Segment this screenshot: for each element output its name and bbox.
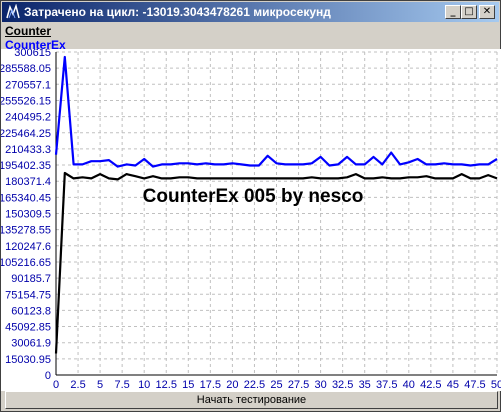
y-tick-label: 165340.45 (1, 192, 51, 204)
title-bar[interactable]: Затрачено на цикл: -13019.3043478261 мик… (2, 2, 499, 22)
start-test-button[interactable]: Начать тестирование (5, 391, 498, 409)
x-tick-label: 37.5 (376, 379, 397, 391)
y-tick-label: 180371.4 (5, 176, 51, 188)
line-chart: 300615 285588.05 270557.1 255526.15 240495.2… (0, 47, 501, 391)
x-tick-label: 10 (138, 379, 150, 391)
y-tick-label: 285588.05 (1, 63, 51, 75)
main-window: Затрачено на цикл: -13019.3043478261 мик… (0, 0, 501, 412)
x-tick-label: 30 (314, 379, 326, 391)
close-button[interactable]: ✕ (479, 5, 495, 19)
y-tick-label: 210433.3 (5, 144, 51, 156)
x-tick-label: 22.5 (244, 379, 265, 391)
x-tick-label: 2.5 (70, 379, 85, 391)
y-tick-label: 15030.95 (5, 354, 51, 366)
x-tick-label: 20 (226, 379, 238, 391)
x-tick-label: 40 (403, 379, 415, 391)
y-tick-label: 300615 (14, 49, 51, 59)
menu-counter[interactable]: Counter (5, 24, 51, 38)
x-tick-label: 50 (491, 379, 501, 391)
x-tick-label: 17.5 (200, 379, 221, 391)
y-tick-label: 150309.5 (5, 209, 51, 221)
y-tick-label: 195402.35 (1, 160, 51, 172)
x-tick-label: 12.5 (156, 379, 177, 391)
y-tick-label: 45092.85 (5, 322, 51, 334)
y-tick-label: 240495.2 (5, 112, 51, 124)
window-title: Затрачено на цикл: -13019.3043478261 мик… (24, 5, 331, 19)
x-tick-label: 5 (97, 379, 103, 391)
x-tick-label: 45 (447, 379, 459, 391)
y-tick-label: 135278.55 (1, 225, 51, 237)
x-tick-label: 32.5 (332, 379, 353, 391)
y-tick-label: 0 (45, 370, 51, 382)
x-tick-label: 27.5 (288, 379, 309, 391)
x-tick-label: 25 (270, 379, 282, 391)
x-tick-label: 42.5 (420, 379, 441, 391)
y-tick-label: 270557.1 (5, 79, 51, 91)
y-tick-label: 60123.8 (11, 305, 51, 317)
x-tick-label: 15 (182, 379, 194, 391)
chart-area: 300615 285588.05 270557.1 255526.15 240495.2… (0, 47, 501, 391)
y-tick-label: 225464.25 (1, 128, 51, 140)
y-tick-label: 90185.7 (11, 273, 51, 285)
y-tick-label: 30061.9 (11, 338, 51, 350)
minimize-button[interactable]: _ (445, 5, 461, 19)
x-tick-label: 7.5 (115, 379, 130, 391)
y-tick-label: 255526.15 (1, 95, 51, 107)
maximize-button[interactable]: □ (461, 5, 477, 19)
y-tick-label: 120247.6 (5, 241, 51, 253)
x-tick-label: 47.5 (464, 379, 485, 391)
y-tick-label: 75154.75 (5, 289, 51, 301)
x-tick-label: 35 (359, 379, 371, 391)
x-tick-label: 0 (53, 379, 59, 391)
chart-annotation: CounterEx 005 by nesco (143, 186, 364, 207)
app-icon (6, 4, 20, 19)
y-tick-label: 105216.65 (1, 257, 51, 269)
